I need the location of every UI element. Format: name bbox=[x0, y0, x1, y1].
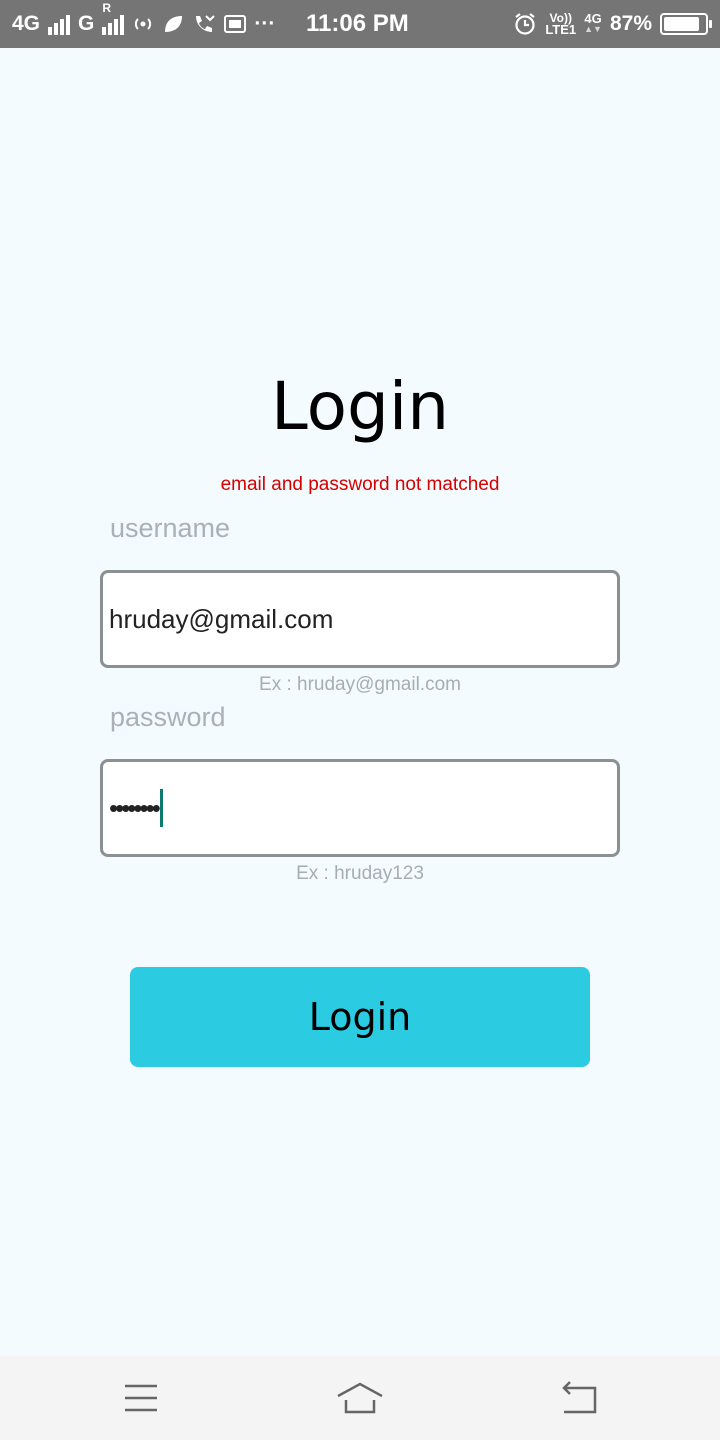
battery-fill bbox=[664, 17, 699, 31]
login-button[interactable]: Login bbox=[130, 967, 590, 1067]
text-caret bbox=[159, 789, 163, 827]
roaming-indicator: R bbox=[102, 1, 112, 15]
back-icon bbox=[562, 1381, 597, 1414]
network-right: 4G bbox=[584, 11, 602, 26]
status-left: 4G G R ··· bbox=[12, 0, 275, 48]
error-message: email and password not matched bbox=[220, 474, 500, 495]
data-arrows-icon: ▲▼ bbox=[584, 24, 602, 34]
volte-indicator: Vo)) LTE1 bbox=[545, 12, 577, 37]
battery-icon bbox=[660, 13, 712, 35]
status-time: 11:06 PM bbox=[306, 10, 409, 37]
menu-icon bbox=[125, 1384, 157, 1412]
status-right: Vo)) LTE1 4G ▲▼ 87% bbox=[513, 0, 712, 48]
alarm-icon bbox=[513, 12, 537, 36]
network-type-1: 4G bbox=[12, 12, 41, 35]
volte-bottom: LTE1 bbox=[545, 22, 577, 37]
password-hint: Ex : hruday123 bbox=[296, 863, 424, 884]
home-icon bbox=[337, 1382, 383, 1414]
password-value: •••••••• bbox=[109, 792, 161, 823]
page-title: Login bbox=[270, 368, 450, 445]
username-value: hruday@gmail.com bbox=[109, 603, 334, 634]
status-bar: 4G G R ··· 11:06 PM Vo)) LTE1 4G ▲▼ 87% bbox=[0, 0, 720, 48]
network-right-indicator: 4G ▲▼ bbox=[584, 11, 602, 35]
menu-button[interactable] bbox=[116, 1378, 166, 1418]
username-field[interactable]: hruday@gmail.com bbox=[100, 570, 620, 668]
network-type-2: G bbox=[78, 12, 95, 35]
more-notifications: ··· bbox=[254, 12, 276, 35]
navigation-bar bbox=[0, 1356, 720, 1440]
home-button[interactable] bbox=[335, 1378, 385, 1418]
password-label: password bbox=[110, 702, 226, 732]
username-label: username bbox=[110, 513, 231, 543]
back-button[interactable] bbox=[555, 1378, 605, 1418]
username-hint: Ex : hruday@gmail.com bbox=[259, 674, 461, 695]
missed-call-icon bbox=[192, 13, 216, 35]
password-field[interactable]: •••••••• bbox=[100, 759, 620, 857]
message-icon bbox=[224, 14, 247, 34]
battery-percent: 87% bbox=[609, 12, 652, 35]
signal-2-icon: R bbox=[102, 2, 125, 35]
hotspot-icon bbox=[132, 13, 154, 35]
signal-1-icon bbox=[48, 13, 71, 35]
leaf-icon bbox=[162, 13, 184, 35]
